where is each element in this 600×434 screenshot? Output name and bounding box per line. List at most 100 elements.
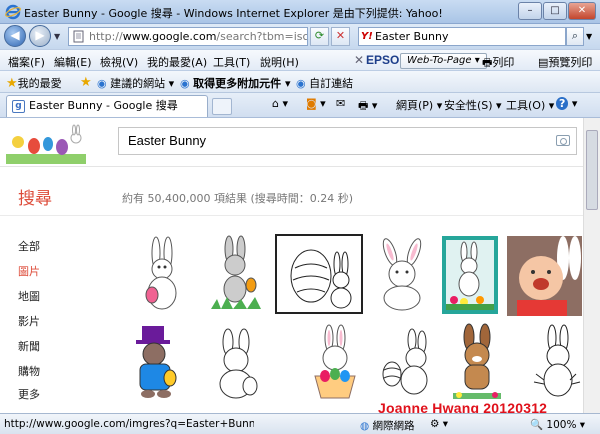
image-result-bunny-outline[interactable] xyxy=(206,328,268,400)
page-icon xyxy=(73,30,84,43)
nav-videos[interactable]: 影片 xyxy=(18,313,40,329)
google-search-input[interactable]: Easter Bunny xyxy=(118,127,577,155)
close-toolbar-icon[interactable]: ✕ xyxy=(354,53,364,67)
favorites-button[interactable]: ★我的最愛 xyxy=(6,75,62,91)
print-label: 列印 xyxy=(492,56,515,69)
image-result-baby-in-bunny-ears[interactable] xyxy=(507,236,582,316)
zone-label: 網際網路 xyxy=(372,420,415,432)
web-to-page-button[interactable]: Web-To-Page ▾ xyxy=(400,53,487,69)
zoom-level: 100% xyxy=(546,419,577,431)
menu-view[interactable]: 檢視(V) xyxy=(100,54,138,70)
search-icon: ⌕ xyxy=(571,29,579,42)
favorites-bar: ★我的最愛 ★ ◉ 建議的網站 ▾ ◉ 取得更多附加元件 ▾ ◉ 自訂連結 xyxy=(0,71,600,93)
preview-icon: ▤ xyxy=(538,56,549,69)
menu-tools[interactable]: 工具(T) xyxy=(213,54,250,70)
section-title: 搜尋 xyxy=(18,189,52,209)
address-bar: ◀ ▶ ▼ http://www.google.com/search?tbm=i… xyxy=(0,24,600,49)
menu-file[interactable]: 檔案(F) xyxy=(8,54,45,70)
globe-icon: ◍ xyxy=(360,420,370,432)
help-button[interactable]: ? ▾ xyxy=(556,97,577,110)
url-field[interactable]: http://www.google.com/search?tbm=isch&hl xyxy=(68,27,308,46)
camera-icon[interactable] xyxy=(556,135,570,146)
url-prefix: http:// xyxy=(89,30,123,43)
addons-icon: ◉ xyxy=(180,77,190,90)
minimize-button[interactable]: – xyxy=(518,2,542,20)
printer-icon: 🖶 xyxy=(482,56,493,69)
refresh-icon: ⟳ xyxy=(314,29,325,42)
scrollbar-thumb[interactable] xyxy=(586,130,598,210)
new-tab-button[interactable] xyxy=(212,98,232,115)
protected-mode-icon[interactable]: ⚙ ▾ xyxy=(430,418,448,430)
tab-easter-bunny[interactable]: g Easter Bunny - Google 搜尋 xyxy=(6,95,208,117)
refresh-button[interactable]: ⟳ xyxy=(310,27,329,46)
image-result-bunny-garden-flag[interactable] xyxy=(442,236,498,314)
image-result-bunny-with-egg-outline[interactable] xyxy=(376,328,438,400)
image-result-bunny-lineart[interactable] xyxy=(530,324,584,402)
ie-search-value: Easter Bunny xyxy=(375,30,449,43)
print-preview-button[interactable]: ▤預覽列印 xyxy=(538,54,592,70)
suggested-sites-button[interactable]: ◉ 建議的網站 ▾ xyxy=(97,75,174,91)
mail-icon: ✉ xyxy=(336,97,346,110)
maximize-button[interactable]: □ xyxy=(543,2,567,20)
image-result-white-bunny-sitting[interactable] xyxy=(370,236,438,312)
zoom-icon: 🔍 xyxy=(530,419,544,431)
image-result-bunny-in-grass[interactable] xyxy=(207,235,265,315)
custom-links-button[interactable]: ◉ 自訂連結 xyxy=(296,75,353,91)
nav-all[interactable]: 全部 xyxy=(18,238,40,254)
nav-more[interactable]: 更多 xyxy=(18,386,40,402)
nav-images[interactable]: 圖片 xyxy=(18,263,40,279)
feeds-button[interactable]: ◙ ▾ xyxy=(306,97,326,110)
home-icon: ⌂ xyxy=(272,97,279,110)
google-search-value: Easter Bunny xyxy=(128,133,207,148)
page-content: Easter Bunny 搜尋 約有 50,400,000 項結果 (搜尋時間：… xyxy=(0,118,600,413)
zoom-control[interactable]: 🔍 100% ▾ xyxy=(530,418,585,431)
ie-search-input[interactable]: Y! Easter Bunny xyxy=(358,27,566,46)
print-icon: 🖶 xyxy=(358,99,369,112)
add-favorite-button[interactable]: ★ xyxy=(80,75,92,90)
google-doodle-logo[interactable] xyxy=(6,124,86,164)
star-icon: ★ xyxy=(6,76,18,91)
nav-shopping[interactable]: 購物 xyxy=(18,363,40,379)
add-favorite-star-icon: ★ xyxy=(80,75,92,90)
favorites-label: 我的最愛 xyxy=(17,77,62,90)
url-host: www.google.com xyxy=(122,30,217,43)
mail-button[interactable]: ✉ xyxy=(336,97,345,110)
vertical-scrollbar[interactable] xyxy=(583,118,600,413)
get-addons-button[interactable]: ◉ 取得更多附加元件 ▾ xyxy=(180,75,290,91)
menu-edit[interactable]: 編輯(E) xyxy=(54,54,92,70)
yahoo-icon: Y! xyxy=(361,31,373,42)
status-url: http://www.google.com/imgres?q=Easter+Bu… xyxy=(4,418,254,430)
history-dropdown-icon[interactable]: ▼ xyxy=(54,32,60,41)
search-options-dropdown-icon[interactable]: ▼ xyxy=(586,32,592,41)
image-result-bunny-top-hat[interactable] xyxy=(128,324,186,402)
tab-bar: g Easter Bunny - Google 搜尋 ⌂ ▾ ◙ ▾ ✉ 🖶 ▾… xyxy=(0,93,600,118)
rss-icon: ◙ xyxy=(306,97,317,110)
image-result-bunny-egg-basket[interactable] xyxy=(305,324,365,402)
ie-search-button[interactable]: ⌕ xyxy=(566,27,584,46)
ie-page-icon: ◉ xyxy=(97,77,107,90)
page-menu[interactable]: 網頁(P) ▾ xyxy=(396,97,442,113)
menu-bar: 檔案(F) 編輯(E) 檢視(V) 我的最愛(A) 工具(T) 說明(H) ✕ … xyxy=(0,49,600,71)
links-icon: ◉ xyxy=(296,77,306,90)
stop-button[interactable]: ✕ xyxy=(331,27,350,46)
ie-logo-icon xyxy=(5,4,21,20)
stop-icon: ✕ xyxy=(335,29,346,42)
arrow-right-icon: ▶ xyxy=(35,28,45,42)
nav-maps[interactable]: 地圖 xyxy=(18,288,40,304)
menu-help[interactable]: 說明(H) xyxy=(260,54,299,70)
back-button[interactable]: ◀ xyxy=(4,25,26,47)
safety-menu[interactable]: 安全性(S) ▾ xyxy=(444,97,502,113)
menu-favorites[interactable]: 我的最愛(A) xyxy=(147,54,207,70)
nav-news[interactable]: 新聞 xyxy=(18,338,40,354)
stats-divider xyxy=(0,215,600,216)
arrow-left-icon: ◀ xyxy=(10,28,20,42)
google-favicon-icon: g xyxy=(12,100,25,113)
print-tab-button[interactable]: 🖶 ▾ xyxy=(358,97,377,116)
close-window-button[interactable]: ✕ xyxy=(568,2,596,20)
image-result-brown-bunny-cartoon[interactable] xyxy=(447,323,507,403)
image-result-coloring-egg-bunny[interactable] xyxy=(275,234,363,314)
image-result-bunny-with-egg[interactable] xyxy=(130,235,194,315)
tools-menu[interactable]: 工具(O) ▾ xyxy=(506,97,554,113)
forward-button[interactable]: ▶ xyxy=(29,25,51,47)
home-button[interactable]: ⌂ ▾ xyxy=(272,97,288,110)
